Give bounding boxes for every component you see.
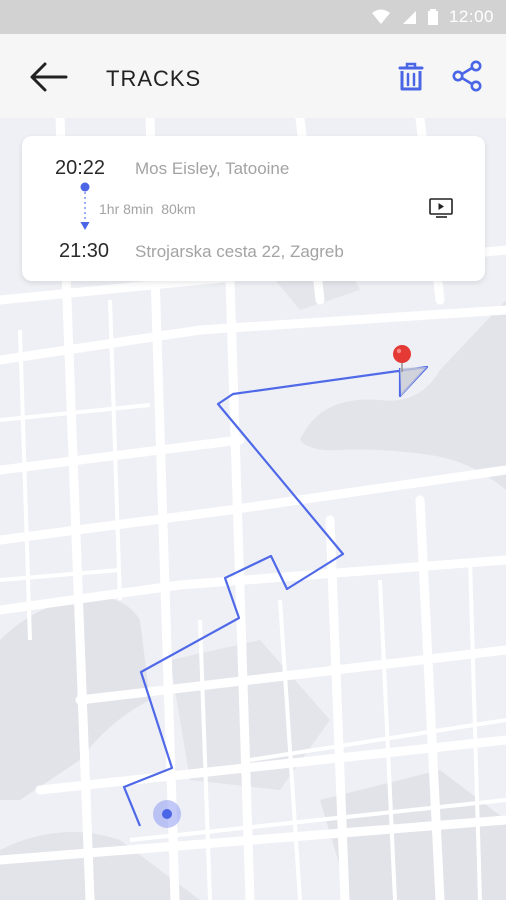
status-time: 12:00 xyxy=(448,7,494,26)
status-bar: 12:00 xyxy=(0,0,506,34)
end-place: Strojarska cesta 22, Zagreb xyxy=(135,242,344,261)
signal-icon xyxy=(402,11,416,24)
page-title: TRACKS xyxy=(106,66,202,91)
start-place: Mos Eisley, Tatooine xyxy=(135,159,290,178)
status-icons: 12:00 xyxy=(371,7,494,27)
arrow-left-icon[interactable] xyxy=(28,60,70,94)
trip-stats: 1hr 8min 80km xyxy=(99,201,195,217)
app-bar: TRACKS xyxy=(0,34,506,118)
current-location-icon[interactable] xyxy=(153,800,181,828)
start-time: 20:22 xyxy=(55,157,106,179)
trash-icon[interactable] xyxy=(394,59,428,93)
battery-icon xyxy=(427,9,438,25)
trip-distance: 80km xyxy=(161,201,196,217)
trip-timeline xyxy=(80,182,90,230)
trip-duration: 1hr 8min xyxy=(99,201,154,217)
wifi-icon xyxy=(371,9,390,24)
share-icon[interactable] xyxy=(450,59,484,93)
trip-summary-card[interactable]: 20:22 Mos Eisley, Tatooine 1hr 8min 80km… xyxy=(22,136,485,281)
end-time: 21:30 xyxy=(59,240,110,262)
playback-icon[interactable] xyxy=(427,196,455,220)
